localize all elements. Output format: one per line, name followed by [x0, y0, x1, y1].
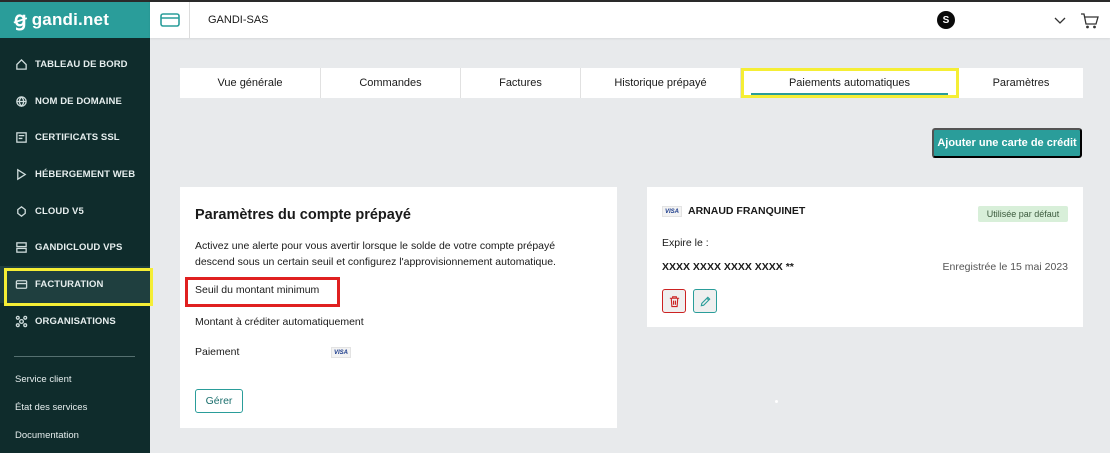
sidebar-nav: TABLEAU DE BORD NOM DE DOMAINE CERTIFICA… — [0, 38, 153, 340]
organisations-icon — [14, 314, 28, 328]
visa-icon: VISA — [662, 206, 682, 217]
sidebar-item-gandicloud-vps[interactable]: GANDICLOUD VPS — [0, 229, 150, 266]
min-threshold-label: Seuil du montant minimum — [195, 284, 320, 296]
chevron-down-icon[interactable] — [1053, 13, 1067, 27]
footer-link-documentation[interactable]: Documentation — [15, 430, 87, 453]
registered-date: Enregistrée le 15 mai 2023 — [942, 261, 1069, 273]
sidebar-item-label: NOM DE DOMAINE — [35, 95, 122, 107]
visa-icon: VISA — [331, 347, 351, 358]
panel-title: Paramètres du compte prépayé — [195, 207, 411, 223]
home-icon — [14, 57, 28, 71]
sidebar-item-organisations[interactable]: ORGANISATIONS — [0, 303, 150, 340]
sidebar: ꞡ gandi.net TABLEAU DE BORD NOM DE DOMAI… — [0, 0, 153, 453]
footer-link-etat-des-services[interactable]: État des services — [15, 402, 87, 430]
sidebar-divider — [14, 356, 135, 357]
expiry-label: Expire le : — [662, 237, 709, 249]
add-credit-card-button[interactable]: Ajouter une carte de crédit — [932, 128, 1082, 158]
billing-tabs: Vue générale Commandes Factures Historiq… — [180, 68, 1083, 98]
card-number: XXXX XXXX XXXX XXXX ** — [662, 261, 794, 273]
auto-credit-label: Montant à créditer automatiquement — [195, 316, 364, 328]
manage-button[interactable]: Gérer — [195, 389, 243, 413]
sidebar-item-label: TABLEAU DE BORD — [35, 58, 128, 70]
globe-icon — [14, 94, 28, 108]
sidebar-item-label: GANDICLOUD VPS — [35, 242, 123, 254]
sidebar-item-label: HÉBERGEMENT WEB — [35, 168, 136, 180]
sidebar-item-hebergement-web[interactable]: HÉBERGEMENT WEB — [0, 156, 150, 193]
trash-icon — [669, 295, 679, 307]
tab-historique-prepaye[interactable]: Historique prépayé — [581, 68, 741, 98]
pencil-icon — [700, 296, 710, 306]
sidebar-item-certificats-ssl[interactable]: CERTIFICATS SSL — [0, 119, 150, 156]
gandi-logo[interactable]: ꞡ gandi.net — [0, 2, 150, 38]
delete-card-button[interactable] — [662, 289, 686, 313]
gandi-logo-icon: ꞡ — [14, 9, 27, 31]
avatar[interactable]: S — [937, 11, 955, 29]
logo-text: gandi.net — [31, 10, 110, 29]
footer-link-service-client[interactable]: Service client — [15, 374, 87, 402]
tab-parametres[interactable]: Paramètres — [959, 68, 1083, 98]
sidebar-item-label: CLOUD V5 — [35, 205, 84, 217]
sidebar-item-nom-de-domaine[interactable]: NOM DE DOMAINE — [0, 83, 150, 120]
default-badge: Utilisée par défaut — [978, 206, 1068, 222]
sidebar-item-label: ORGANISATIONS — [35, 315, 116, 327]
organization-name[interactable]: GANDI-SAS — [208, 14, 269, 26]
certificate-icon — [14, 131, 28, 145]
sidebar-item-tableau-de-bord[interactable]: TABLEAU DE BORD — [0, 46, 150, 83]
top-bar: GANDI-SAS S — [150, 0, 1110, 38]
panel-description: Activez une alerte pour vous avertir lor… — [195, 240, 556, 268]
cart-icon[interactable] — [1080, 12, 1100, 30]
billing-icon — [14, 277, 28, 291]
credit-card-icon — [159, 13, 180, 27]
billing-card-button[interactable] — [150, 2, 190, 38]
sidebar-item-cloud-v5[interactable]: CLOUD V5 — [0, 193, 150, 230]
payment-label: Paiement — [195, 346, 240, 358]
sidebar-item-facturation[interactable]: FACTURATION — [0, 266, 153, 306]
tab-commandes[interactable]: Commandes — [321, 68, 461, 98]
tab-paiements-automatiques[interactable]: Paiements automatiques — [741, 68, 959, 98]
sidebar-footer-links: Service client État des services Documen… — [15, 374, 87, 453]
tab-factures[interactable]: Factures — [461, 68, 581, 98]
card-holder-name: ARNAUD FRANQUINET — [688, 205, 806, 217]
edit-card-button[interactable] — [693, 289, 717, 313]
server-icon — [14, 241, 28, 255]
decorative-dot — [775, 400, 778, 403]
play-icon — [14, 167, 28, 181]
cloud-icon — [14, 204, 28, 218]
sidebar-item-label: CERTIFICATS SSL — [35, 132, 120, 144]
tab-vue-generale[interactable]: Vue générale — [180, 68, 321, 98]
credit-card-panel: VISA ARNAUD FRANQUINET Utilisée par défa… — [647, 187, 1083, 327]
prepaid-settings-panel: Paramètres du compte prépayé Activez une… — [180, 187, 617, 428]
sidebar-item-label: FACTURATION — [35, 278, 104, 290]
